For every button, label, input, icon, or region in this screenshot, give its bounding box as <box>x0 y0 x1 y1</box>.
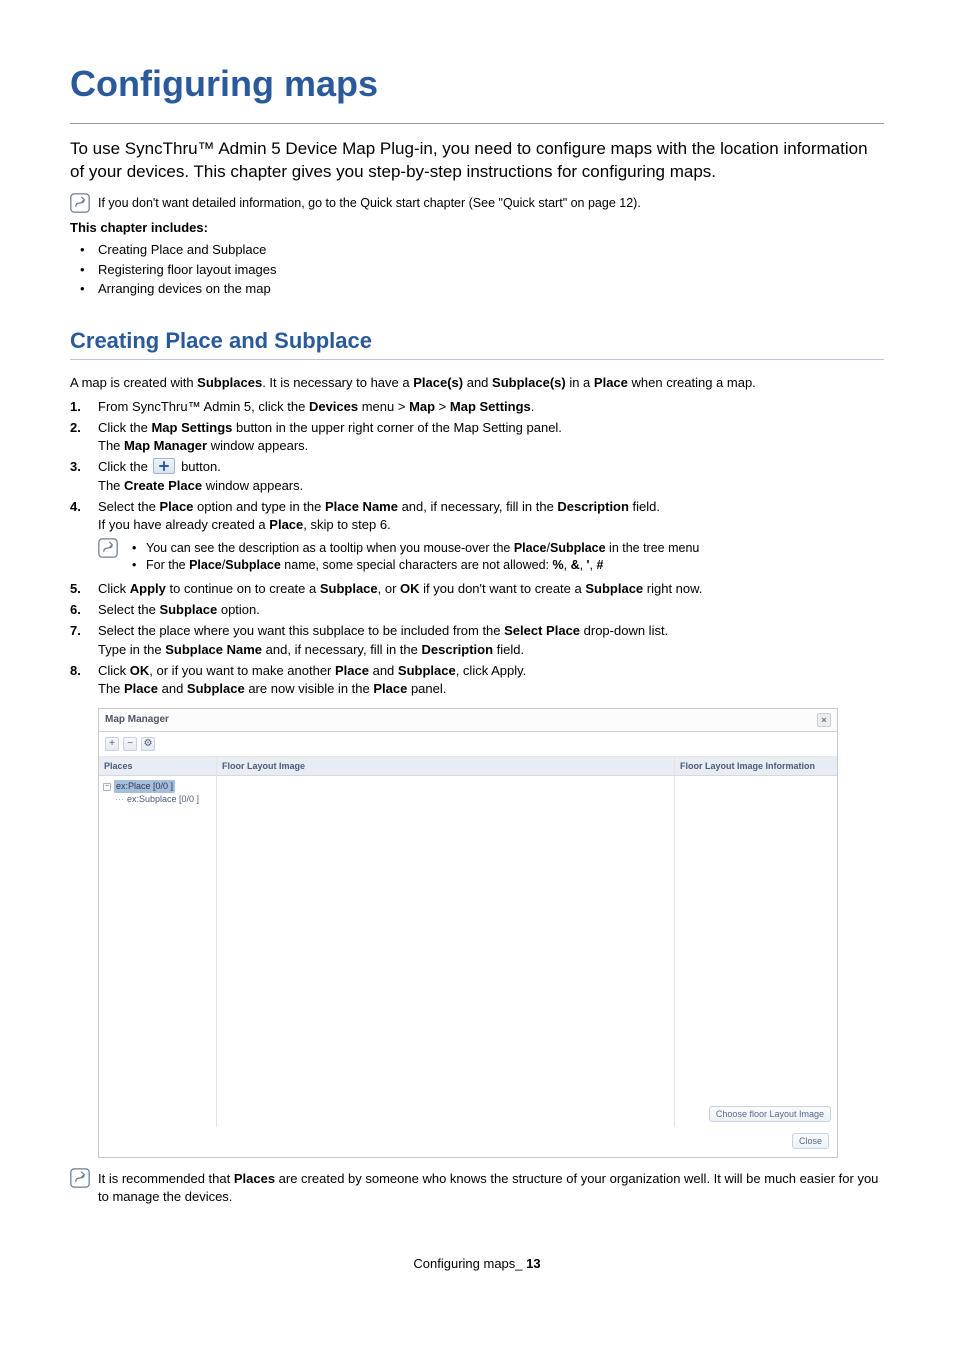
step-4: 4. Select the Place option and type in t… <box>70 498 884 576</box>
section-heading: Creating Place and Subplace <box>70 326 884 356</box>
step-2: 2. Click the Map Settings button in the … <box>70 419 884 455</box>
includes-item: Arranging devices on the map <box>74 280 884 298</box>
step-3: 3. Click the button. The Create Place wi… <box>70 458 884 494</box>
title-rule <box>70 123 884 124</box>
remove-icon[interactable]: − <box>123 737 137 751</box>
add-icon-button <box>153 458 175 474</box>
note-bottom: It is recommended that Places are create… <box>70 1168 884 1205</box>
step-6: 6. Select the Subplace option. <box>70 601 884 619</box>
places-column-header: Places <box>99 757 216 776</box>
section-intro: A map is created with Subplaces. It is n… <box>70 374 884 392</box>
steps-list: 1. From SyncThru™ Admin 5, click the Dev… <box>70 398 884 698</box>
tree-place-item[interactable]: ex:Place [0/0 ] <box>114 780 175 793</box>
page-title: Configuring maps <box>70 60 884 109</box>
includes-item: Registering floor layout images <box>74 261 884 279</box>
close-icon[interactable]: × <box>817 713 831 727</box>
intro-paragraph: To use SyncThru™ Admin 5 Device Map Plug… <box>70 138 884 184</box>
note-icon <box>98 538 118 558</box>
map-manager-toolbar: + − ⚙ <box>99 732 837 757</box>
note-quickstart-text: If you don't want detailed information, … <box>98 193 884 212</box>
step-1: 1. From SyncThru™ Admin 5, click the Dev… <box>70 398 884 416</box>
gear-icon[interactable]: ⚙ <box>141 737 155 751</box>
choose-floor-layout-button[interactable]: Choose floor Layout Image <box>709 1106 831 1122</box>
tree-collapse-icon[interactable]: − <box>103 783 111 791</box>
floor-layout-info-header: Floor Layout Image Information <box>675 757 837 776</box>
tree-node-icon: ⋯ <box>115 793 124 806</box>
note-icon <box>70 1168 90 1188</box>
step-5: 5. Click Apply to continue on to create … <box>70 580 884 598</box>
step-4-note-item: For the Place/Subplace name, some specia… <box>128 557 699 574</box>
note-icon <box>70 193 90 213</box>
close-button[interactable]: Close <box>792 1133 829 1149</box>
step-8: 8. Click OK, or if you want to make anot… <box>70 662 884 698</box>
note-bottom-text: It is recommended that Places are create… <box>98 1168 884 1205</box>
includes-list: Creating Place and Subplace Registering … <box>70 241 884 298</box>
page-footer: Configuring maps_ 13 <box>70 1255 884 1273</box>
map-manager-screenshot: Map Manager × + − ⚙ Places −ex:Place [0/… <box>98 708 884 1158</box>
step-4-note-item: You can see the description as a tooltip… <box>128 540 699 557</box>
add-icon[interactable]: + <box>105 737 119 751</box>
step-4-note: You can see the description as a tooltip… <box>98 538 884 576</box>
map-manager-title: Map Manager <box>105 713 169 727</box>
section-rule <box>70 359 884 360</box>
note-quickstart: If you don't want detailed information, … <box>70 193 884 213</box>
includes-heading: This chapter includes: <box>70 219 884 237</box>
floor-layout-image-header: Floor Layout Image <box>217 757 674 776</box>
tree-subplace-item[interactable]: ex:Subplace [0/0 ] <box>127 793 199 806</box>
step-7: 7. Select the place where you want this … <box>70 622 884 658</box>
places-tree[interactable]: −ex:Place [0/0 ] ⋯ex:Subplace [0/0 ] <box>99 776 216 809</box>
includes-item: Creating Place and Subplace <box>74 241 884 259</box>
